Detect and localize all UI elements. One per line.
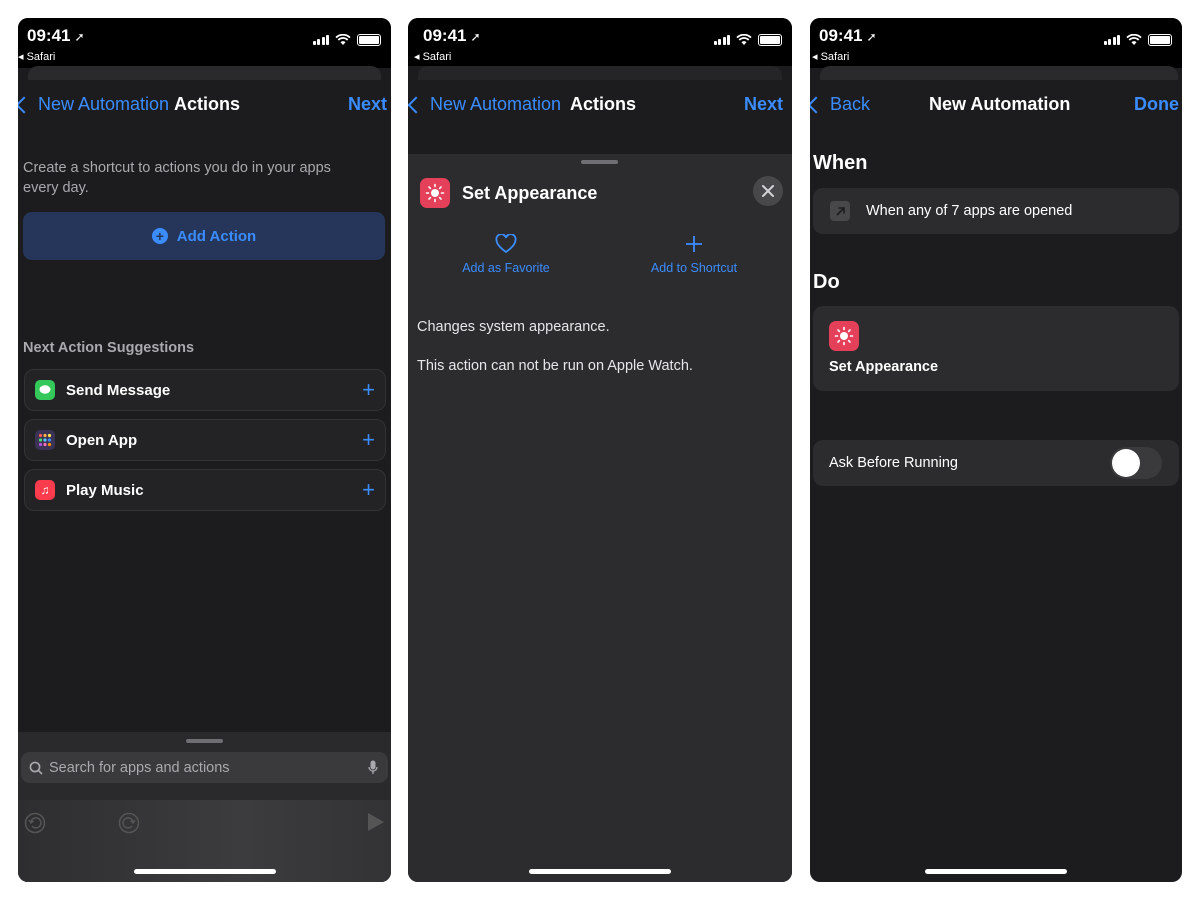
status-bar: 09:41 ➚ ◂ Safari [18, 18, 391, 68]
wifi-icon [335, 34, 351, 45]
action-description: Changes system appearance. [417, 319, 610, 335]
action-title: Set Appearance [462, 183, 598, 203]
status-time: 09:41 [27, 26, 71, 45]
chevron-left-icon [810, 96, 825, 113]
drag-handle[interactable] [186, 739, 223, 743]
play-icon[interactable] [367, 812, 385, 832]
add-to-shortcut-label: Add to Shortcut [650, 261, 738, 275]
microphone-icon[interactable] [368, 760, 378, 775]
add-to-shortcut-button[interactable]: Add to Shortcut [634, 234, 754, 275]
cellular-signal-icon [713, 35, 730, 45]
sun-icon [829, 321, 859, 351]
back-label: Back [830, 94, 871, 114]
home-indicator [133, 869, 276, 874]
ask-before-running-row: Ask Before Running [813, 440, 1179, 486]
back-button[interactable]: Back [810, 94, 870, 115]
action-card[interactable]: Set Appearance [813, 306, 1179, 391]
app-grid-icon [35, 430, 55, 450]
nav-bar: Back New Automation Done [810, 78, 1182, 132]
suggestions-heading: Next Action Suggestions [23, 340, 195, 356]
ask-before-running-toggle[interactable] [1110, 447, 1162, 479]
close-icon [762, 185, 774, 197]
add-plus-icon[interactable]: + [362, 377, 375, 403]
wifi-icon [736, 34, 752, 45]
music-note-icon: ♫ [35, 480, 55, 500]
screen-action-detail: 09:41 ➚ ◂ Safari New Automation Actions N… [408, 18, 792, 882]
cellular-signal-icon [312, 35, 329, 45]
home-indicator [529, 869, 671, 874]
watch-note: This action can not be run on Apple Watc… [417, 358, 693, 374]
when-heading: When [813, 152, 868, 174]
cellular-signal-icon [1103, 35, 1120, 45]
add-favorite-button[interactable]: Add as Favorite [446, 233, 566, 275]
add-action-button[interactable]: + Add Action [23, 212, 385, 260]
chevron-left-icon [408, 96, 425, 113]
suggestion-play-music[interactable]: ♫ Play Music + [24, 469, 386, 511]
plus-circle-icon: + [151, 228, 168, 244]
action-label: Set Appearance [829, 359, 939, 375]
nav-bar: New Automation Actions Next [18, 78, 391, 132]
intro-text: Create a shortcut to actions you do in y… [23, 160, 331, 196]
page-title: Actions [174, 94, 241, 114]
suggestion-label: Send Message [66, 381, 171, 399]
location-icon: ➚ [470, 30, 481, 44]
battery-icon [758, 34, 782, 46]
battery-icon [357, 34, 381, 46]
search-icon [29, 761, 43, 775]
status-time: 09:41 [423, 26, 467, 45]
back-label: New Automation [38, 94, 170, 114]
add-action-label: Add Action [176, 227, 257, 245]
add-favorite-label: Add as Favorite [462, 261, 550, 275]
battery-icon [1148, 34, 1172, 46]
back-to-safari-link[interactable]: ◂ Safari [812, 50, 849, 63]
redo-icon[interactable] [118, 812, 140, 834]
suggestion-open-app[interactable]: Open App + [24, 419, 386, 461]
search-panel: Search for apps and actions [18, 732, 391, 882]
status-time: 09:41 [819, 26, 863, 45]
wifi-icon [1126, 34, 1142, 45]
suggestion-label: Play Music [66, 481, 144, 499]
action-sheet: Set Appearance Add as Favorite Add to Sh… [408, 154, 792, 882]
trigger-text: When any of 7 apps are opened [866, 203, 1073, 219]
plus-icon [686, 236, 702, 252]
suggestion-send-message[interactable]: Send Message + [24, 369, 386, 411]
undo-icon[interactable] [24, 812, 46, 834]
status-bar: 09:41 ➚ ◂ Safari [810, 18, 1182, 68]
next-button[interactable]: Next [744, 94, 783, 115]
close-button[interactable] [753, 176, 783, 206]
back-label: New Automation [430, 94, 562, 114]
page-title: Actions [570, 94, 637, 114]
next-button[interactable]: Next [348, 94, 387, 115]
ask-label: Ask Before Running [829, 455, 958, 471]
search-field[interactable]: Search for apps and actions [21, 752, 388, 783]
screen-new-automation: 09:41 ➚ ◂ Safari Back New Automation Done… [810, 18, 1182, 882]
trigger-row[interactable]: When any of 7 apps are opened [813, 188, 1179, 234]
do-heading: Do [813, 271, 840, 293]
message-icon [35, 380, 55, 400]
heart-icon [495, 233, 517, 254]
suggestion-label: Open App [66, 431, 138, 449]
screen-actions-list: 09:41 ➚ ◂ Safari New Automation Actions N… [18, 18, 391, 882]
app-open-icon [830, 201, 850, 221]
add-plus-icon[interactable]: + [362, 477, 375, 503]
back-button[interactable]: New Automation [18, 94, 169, 115]
page-title: New Automation [929, 94, 1071, 114]
chevron-left-icon [18, 96, 33, 113]
status-bar: 09:41 ➚ ◂ Safari [408, 18, 792, 68]
done-button[interactable]: Done [1134, 94, 1179, 115]
back-button[interactable]: New Automation [408, 94, 562, 115]
back-to-safari-link[interactable]: ◂ Safari [414, 50, 451, 63]
home-indicator [925, 869, 1067, 874]
location-icon: ➚ [866, 30, 877, 44]
sun-icon [420, 178, 450, 208]
nav-bar: New Automation Actions Next [408, 78, 792, 132]
drag-handle[interactable] [581, 160, 618, 164]
add-plus-icon[interactable]: + [362, 427, 375, 453]
search-placeholder: Search for apps and actions [49, 759, 230, 776]
location-icon: ➚ [74, 30, 85, 44]
back-to-safari-link[interactable]: ◂ Safari [18, 50, 55, 63]
